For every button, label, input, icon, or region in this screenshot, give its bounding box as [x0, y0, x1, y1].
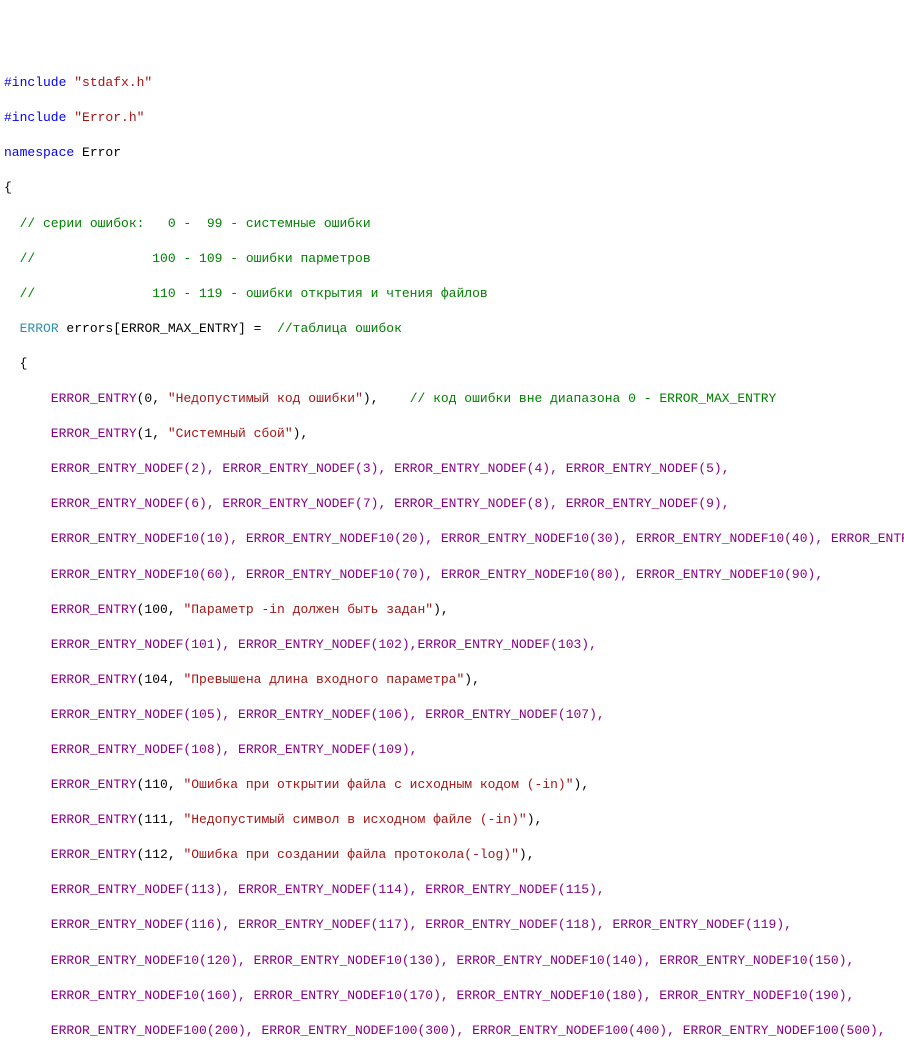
- comment: // серии ошибок: 0 - 99 - системные ошиб…: [4, 216, 371, 231]
- code-line[interactable]: ERROR_ENTRY_NODEF(116), ERROR_ENTRY_NODE…: [4, 916, 900, 934]
- include-path: "stdafx.h": [74, 75, 152, 90]
- brace: {: [4, 356, 27, 371]
- args: (104,: [137, 672, 184, 687]
- args: (0,: [137, 391, 168, 406]
- comment: // код ошибки вне диапазона 0 - ERROR_MA…: [410, 391, 777, 406]
- code-line[interactable]: #include "Error.h": [4, 109, 900, 127]
- preproc: #include: [4, 110, 74, 125]
- include-path: "Error.h": [74, 110, 144, 125]
- string: "Системный сбой": [168, 426, 293, 441]
- macro-call: ERROR_ENTRY: [4, 426, 137, 441]
- code-line[interactable]: ERROR_ENTRY_NODEF(105), ERROR_ENTRY_NODE…: [4, 706, 900, 724]
- macro-call: ERROR_ENTRY: [4, 777, 137, 792]
- comment: // 100 - 109 - ошибки парметров: [4, 251, 371, 266]
- macro-call: ERROR_ENTRY_NODEF(113), ERROR_ENTRY_NODE…: [4, 882, 605, 897]
- code-line[interactable]: ERROR errors[ERROR_MAX_ENTRY] = //таблиц…: [4, 320, 900, 338]
- decl: errors[ERROR_MAX_ENTRY] =: [59, 321, 270, 336]
- code-line[interactable]: ERROR_ENTRY(112, "Ошибка при создании фа…: [4, 846, 900, 864]
- args: (100,: [137, 602, 184, 617]
- args: (112,: [137, 847, 184, 862]
- string: "Ошибка при создании файла протокола(-lo…: [183, 847, 518, 862]
- macro-call: ERROR_ENTRY: [4, 602, 137, 617]
- code-line[interactable]: ERROR_ENTRY_NODEF(108), ERROR_ENTRY_NODE…: [4, 741, 900, 759]
- preproc: #include: [4, 75, 74, 90]
- comment: //таблица ошибок: [269, 321, 402, 336]
- macro-call: ERROR_ENTRY: [4, 847, 137, 862]
- code-line[interactable]: ERROR_ENTRY_NODEF(2), ERROR_ENTRY_NODEF(…: [4, 460, 900, 478]
- code-line[interactable]: #include "stdafx.h": [4, 74, 900, 92]
- macro-call: ERROR_ENTRY: [4, 812, 137, 827]
- code-line[interactable]: ERROR_ENTRY(110, "Ошибка при открытии фа…: [4, 776, 900, 794]
- code-line[interactable]: // серии ошибок: 0 - 99 - системные ошиб…: [4, 215, 900, 233]
- args: ),: [527, 812, 543, 827]
- code-line[interactable]: ERROR_ENTRY(0, "Недопустимый код ошибки"…: [4, 390, 900, 408]
- string: "Недопустимый символ в исходном файле (-…: [183, 812, 526, 827]
- code-line[interactable]: {: [4, 355, 900, 373]
- code-line[interactable]: ERROR_ENTRY(100, "Параметр -in должен бы…: [4, 601, 900, 619]
- code-line[interactable]: namespace Error: [4, 144, 900, 162]
- args: (110,: [137, 777, 184, 792]
- args: (1,: [137, 426, 168, 441]
- brace: {: [4, 180, 12, 195]
- keyword: namespace: [4, 145, 74, 160]
- code-line[interactable]: // 100 - 109 - ошибки парметров: [4, 250, 900, 268]
- code-line[interactable]: ERROR_ENTRY(1, "Системный сбой"),: [4, 425, 900, 443]
- string: "Недопустимый код ошибки": [168, 391, 363, 406]
- code-line[interactable]: ERROR_ENTRY_NODEF(113), ERROR_ENTRY_NODE…: [4, 881, 900, 899]
- string: "Параметр -in должен быть задан": [183, 602, 433, 617]
- ident: Error: [74, 145, 121, 160]
- macro-call: ERROR_ENTRY_NODEF(116), ERROR_ENTRY_NODE…: [4, 917, 792, 932]
- macro-call: ERROR_ENTRY_NODEF(105), ERROR_ENTRY_NODE…: [4, 707, 605, 722]
- string: "Превышена длина входного параметра": [183, 672, 464, 687]
- code-line[interactable]: ERROR_ENTRY_NODEF10(10), ERROR_ENTRY_NOD…: [4, 530, 900, 548]
- code-line[interactable]: ERROR_ENTRY_NODEF(101), ERROR_ENTRY_NODE…: [4, 636, 900, 654]
- macro-call: ERROR_ENTRY_NODEF10(120), ERROR_ENTRY_NO…: [4, 953, 854, 968]
- code-line[interactable]: ERROR_ENTRY_NODEF(6), ERROR_ENTRY_NODEF(…: [4, 495, 900, 513]
- code-line[interactable]: ERROR_ENTRY(111, "Недопустимый символ в …: [4, 811, 900, 829]
- string: "Ошибка при открытии файла с исходным ко…: [183, 777, 573, 792]
- args: ),: [574, 777, 590, 792]
- args: ),: [433, 602, 449, 617]
- macro-call: ERROR_ENTRY_NODEF(108), ERROR_ENTRY_NODE…: [4, 742, 417, 757]
- macro-call: ERROR_ENTRY_NODEF10(10), ERROR_ENTRY_NOD…: [4, 531, 904, 546]
- args: ),: [464, 672, 480, 687]
- macro-call: ERROR_ENTRY_NODEF(101), ERROR_ENTRY_NODE…: [4, 637, 597, 652]
- type: ERROR: [20, 321, 59, 336]
- indent: [4, 321, 20, 336]
- macro-call: ERROR_ENTRY_NODEF(2), ERROR_ENTRY_NODEF(…: [4, 461, 730, 476]
- code-line[interactable]: // 110 - 119 - ошибки открытия и чтения …: [4, 285, 900, 303]
- args: (111,: [137, 812, 184, 827]
- macro-call: ERROR_ENTRY_NODEF10(60), ERROR_ENTRY_NOD…: [4, 567, 823, 582]
- macro-call: ERROR_ENTRY: [4, 672, 137, 687]
- code-line[interactable]: ERROR_ENTRY_NODEF10(60), ERROR_ENTRY_NOD…: [4, 566, 900, 584]
- args: ),: [363, 391, 410, 406]
- code-line[interactable]: ERROR_ENTRY_NODEF10(160), ERROR_ENTRY_NO…: [4, 987, 900, 1005]
- code-line[interactable]: ERROR_ENTRY_NODEF100(600), ERROR_ENTRY_N…: [4, 1057, 900, 1058]
- macro-call: ERROR_ENTRY_NODEF100(200), ERROR_ENTRY_N…: [4, 1023, 886, 1038]
- code-line[interactable]: ERROR_ENTRY_NODEF10(120), ERROR_ENTRY_NO…: [4, 952, 900, 970]
- comment: // 110 - 119 - ошибки открытия и чтения …: [4, 286, 488, 301]
- macro-call: ERROR_ENTRY_NODEF10(160), ERROR_ENTRY_NO…: [4, 988, 854, 1003]
- code-line[interactable]: ERROR_ENTRY_NODEF100(200), ERROR_ENTRY_N…: [4, 1022, 900, 1040]
- args: ),: [519, 847, 535, 862]
- code-line[interactable]: {: [4, 179, 900, 197]
- macro-call: ERROR_ENTRY_NODEF(6), ERROR_ENTRY_NODEF(…: [4, 496, 730, 511]
- code-line[interactable]: ERROR_ENTRY(104, "Превышена длина входно…: [4, 671, 900, 689]
- macro-call: ERROR_ENTRY: [4, 391, 137, 406]
- args: ),: [293, 426, 309, 441]
